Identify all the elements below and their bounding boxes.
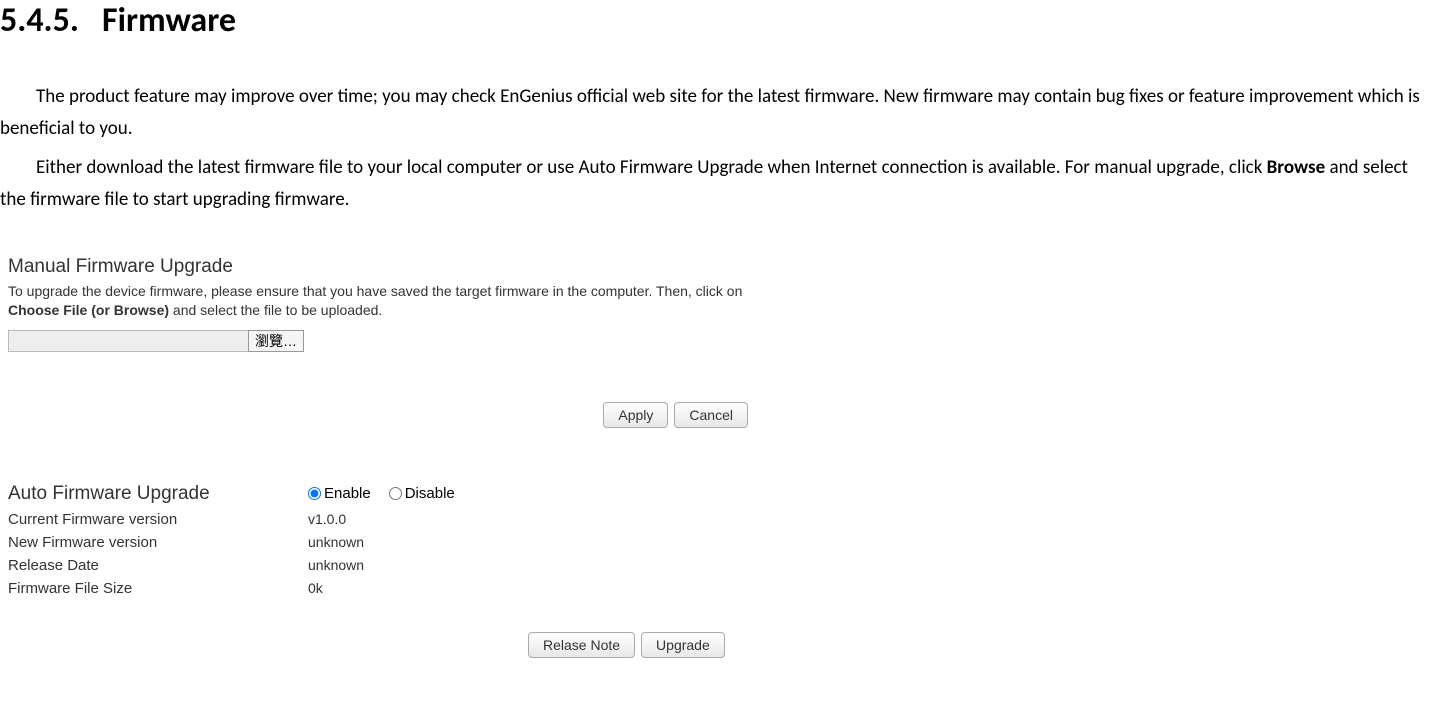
auto-value-2: unknown — [308, 557, 364, 573]
disable-radio[interactable] — [389, 487, 402, 500]
cancel-button[interactable]: Cancel — [674, 402, 748, 428]
auto-label-1: New Firmware version — [8, 534, 308, 551]
auto-label-2: Release Date — [8, 557, 308, 574]
auto-button-row: Relase Note Upgrade — [528, 632, 758, 658]
auto-section: Auto Firmware Upgrade Enable Disable Cur… — [8, 483, 758, 597]
enable-label: Enable — [324, 485, 371, 502]
auto-row-3: Firmware File Size 0k — [8, 580, 758, 597]
paragraph-1: The product feature may improve over tim… — [0, 81, 1435, 146]
upgrade-button[interactable]: Upgrade — [641, 632, 725, 658]
auto-radio-group: Enable Disable — [308, 485, 455, 502]
auto-row-2: Release Date unknown — [8, 557, 758, 574]
disable-label: Disable — [405, 485, 455, 502]
paragraph-2: Either download the latest firmware file… — [0, 152, 1435, 217]
manual-desc-after: and select the file to be uploaded. — [169, 302, 382, 318]
auto-upgrade-title: Auto Firmware Upgrade — [8, 483, 308, 505]
apply-button[interactable]: Apply — [603, 402, 668, 428]
paragraph-2-bold: Browse — [1267, 156, 1326, 179]
browse-button[interactable]: 瀏覽… — [248, 330, 304, 352]
manual-button-row: Apply Cancel — [588, 402, 748, 428]
manual-desc-before: To upgrade the device firmware, please e… — [8, 283, 742, 299]
disable-option[interactable]: Disable — [389, 485, 455, 502]
auto-label-3: Firmware File Size — [8, 580, 308, 597]
paragraph-2-before: Either download the latest firmware file… — [36, 156, 1267, 179]
auto-row-1: New Firmware version unknown — [8, 534, 758, 551]
file-path-input[interactable] — [8, 330, 248, 352]
section-heading: 5.4.5. Firmware — [0, 0, 1435, 41]
screenshot-area: Manual Firmware Upgrade To upgrade the d… — [8, 256, 758, 658]
auto-row-0: Current Firmware version v1.0.0 — [8, 511, 758, 528]
section-title: Firmware — [102, 0, 236, 41]
manual-desc-bold: Choose File (or Browse) — [8, 302, 169, 318]
enable-option[interactable]: Enable — [308, 485, 371, 502]
section-number: 5.4.5. — [0, 0, 79, 41]
auto-value-0: v1.0.0 — [308, 511, 346, 527]
auto-label-0: Current Firmware version — [8, 511, 308, 528]
auto-title-row: Auto Firmware Upgrade Enable Disable — [8, 483, 758, 505]
manual-upgrade-title: Manual Firmware Upgrade — [8, 256, 758, 278]
auto-value-1: unknown — [308, 534, 364, 550]
manual-upgrade-desc: To upgrade the device firmware, please e… — [8, 282, 758, 320]
content: The product feature may improve over tim… — [0, 81, 1435, 658]
auto-value-3: 0k — [308, 580, 323, 596]
file-input-row: 瀏覽… — [8, 330, 758, 352]
enable-radio[interactable] — [308, 487, 321, 500]
release-note-button[interactable]: Relase Note — [528, 632, 635, 658]
